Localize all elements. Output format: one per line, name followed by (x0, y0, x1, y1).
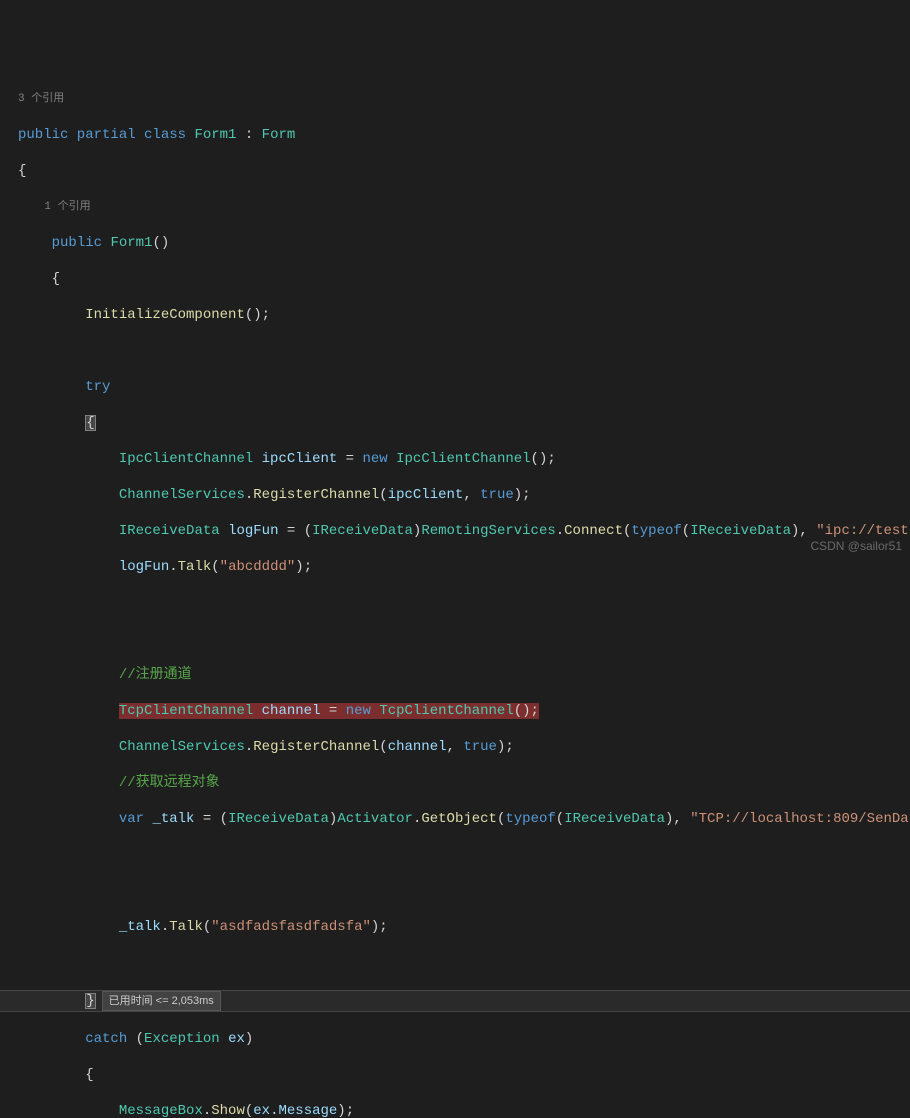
current-line[interactable]: } 已用时间 <= 2,053ms (0, 990, 910, 1012)
type: Exception (144, 1031, 220, 1047)
keyword: public (52, 235, 102, 251)
code-line[interactable]: { (0, 270, 910, 288)
type: Activator (337, 811, 413, 827)
method: Connect (564, 523, 623, 539)
type: RemotingServices (421, 523, 555, 539)
code-line[interactable]: { (0, 1066, 910, 1084)
type: MessageBox (119, 1103, 203, 1118)
variable: logFun (119, 559, 169, 575)
type: ChannelServices (119, 487, 245, 503)
brace: { (52, 271, 60, 287)
type: IReceiveData (690, 523, 791, 539)
keyword: typeof (631, 523, 681, 539)
keyword: var (119, 811, 144, 827)
code-line[interactable]: //获取远程对象 (0, 774, 910, 792)
type: IReceiveData (119, 523, 220, 539)
code-line[interactable]: IpcClientChannel ipcClient = new IpcClie… (0, 450, 910, 468)
code-line[interactable]: try (0, 378, 910, 396)
comment: //获取远程对象 (119, 775, 220, 791)
type: IReceiveData (228, 811, 329, 827)
string: "TCP://localhost:809/SenData" (690, 811, 910, 827)
codelens-perf-tip[interactable]: 已用时间 <= 2,053ms (102, 991, 221, 1011)
code-line[interactable]: _talk.Talk("asdfadsfasdfadsfa"); (0, 918, 910, 936)
code-line[interactable]: { (0, 414, 910, 432)
type: IpcClientChannel (396, 451, 530, 467)
base-class: Form (262, 127, 296, 143)
keyword: public partial class (18, 127, 186, 143)
string: "asdfadsfasdfadsfa" (211, 919, 371, 935)
code-line[interactable]: TcpClientChannel channel = new TcpClient… (0, 702, 910, 720)
ctor-name: Form1 (110, 235, 152, 251)
blank-line[interactable] (0, 342, 910, 360)
code-line[interactable]: public Form1() (0, 234, 910, 252)
comment: //注册通道 (119, 667, 192, 683)
punct: : (236, 127, 261, 143)
keyword: try (85, 379, 110, 395)
brace-match: } (85, 993, 95, 1009)
blank-line[interactable] (0, 846, 910, 864)
string: "ipc://testIpc/Re (816, 523, 910, 539)
method: RegisterChannel (253, 739, 379, 755)
keyword: catch (85, 1031, 127, 1047)
selected-line: TcpClientChannel channel = new TcpClient… (119, 703, 539, 719)
variable: ipcClient (262, 451, 338, 467)
blank-line[interactable] (0, 954, 910, 972)
blank-line[interactable] (0, 882, 910, 900)
method: RegisterChannel (253, 487, 379, 503)
code-line[interactable]: MessageBox.Show(ex.Message); (0, 1102, 910, 1118)
code-line[interactable]: //注册通道 (0, 666, 910, 684)
type: IpcClientChannel (119, 451, 253, 467)
type: IReceiveData (312, 523, 413, 539)
keyword: new (363, 451, 388, 467)
method: Talk (178, 559, 212, 575)
variable: logFun (228, 523, 278, 539)
variable: ex (228, 1031, 245, 1047)
method: GetObject (421, 811, 497, 827)
class-name: Form1 (194, 127, 236, 143)
code-line[interactable]: logFun.Talk("abcdddd"); (0, 558, 910, 576)
code-line[interactable]: ChannelServices.RegisterChannel(channel,… (0, 738, 910, 756)
code-editor[interactable]: 3 个引用 public partial class Form1 : Form … (0, 72, 910, 1118)
brace: { (85, 1067, 93, 1083)
brace: { (18, 163, 26, 179)
code-line[interactable]: ChannelServices.RegisterChannel(ipcClien… (0, 486, 910, 504)
method: Show (211, 1103, 245, 1118)
string: "abcdddd" (220, 559, 296, 575)
blank-line[interactable] (0, 594, 910, 612)
arg: channel (388, 739, 447, 755)
keyword: true (480, 487, 514, 503)
keyword: typeof (505, 811, 555, 827)
op: = (337, 451, 362, 467)
code-line[interactable]: catch (Exception ex) (0, 1030, 910, 1048)
ref-text: 1 个引用 (44, 201, 90, 213)
variable: _talk (152, 811, 194, 827)
brace-match: { (85, 415, 95, 431)
arg: ex (253, 1103, 270, 1118)
arg: ipcClient (388, 487, 464, 503)
method: Talk (169, 919, 203, 935)
code-line[interactable]: InitializeComponent(); (0, 306, 910, 324)
blank-line[interactable] (0, 630, 910, 648)
type: ChannelServices (119, 739, 245, 755)
reference-count-class[interactable]: 3 个引用 (0, 90, 910, 108)
method-call: InitializeComponent (85, 307, 245, 323)
reference-count-ctor[interactable]: 1 个引用 (0, 198, 910, 216)
code-line[interactable]: { (0, 162, 910, 180)
keyword: true (463, 739, 497, 755)
property: Message (278, 1103, 337, 1118)
type: IReceiveData (564, 811, 665, 827)
code-line[interactable]: public partial class Form1 : Form (0, 126, 910, 144)
code-line[interactable]: var _talk = (IReceiveData)Activator.GetO… (0, 810, 910, 828)
code-line[interactable]: IReceiveData logFun = (IReceiveData)Remo… (0, 522, 910, 540)
variable: _talk (119, 919, 161, 935)
